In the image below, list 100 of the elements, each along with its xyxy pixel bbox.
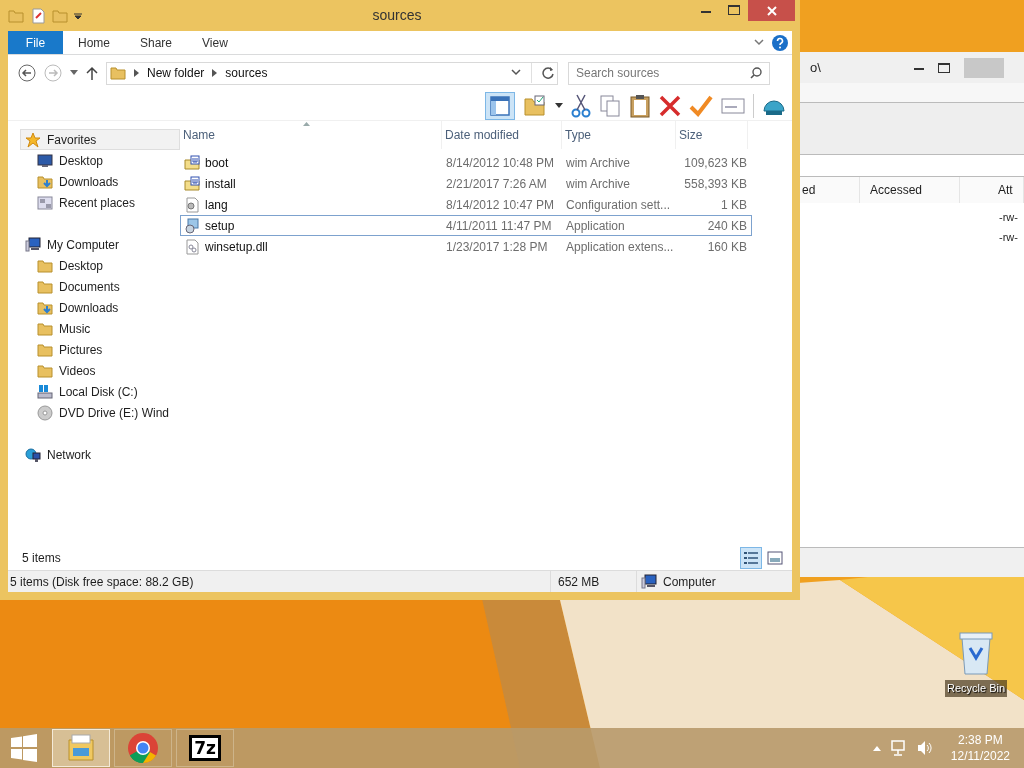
table-cell-text: 1/23/2017 1:28 PM xyxy=(445,238,549,256)
nav-item[interactable]: Local Disk (C:) xyxy=(20,381,180,402)
maximize-icon[interactable] xyxy=(938,62,950,73)
table-cell-text: 2/21/2017 7:26 AM xyxy=(445,175,548,193)
column-header[interactable]: Size xyxy=(676,121,748,149)
breadcrumb-item[interactable]: New folder xyxy=(147,64,205,82)
table-cell-text: 1 KB xyxy=(720,196,748,214)
table-cell-text: 160 KB xyxy=(706,238,748,256)
column-header[interactable]: Accessed xyxy=(860,177,960,203)
table-cell-text: Configuration sett... xyxy=(565,196,672,214)
close-button[interactable] xyxy=(748,0,795,21)
hard-drive-icon xyxy=(37,383,53,400)
column-header[interactable]: Date modified xyxy=(442,121,562,149)
window-title: sources xyxy=(371,6,423,25)
file-row[interactable]: install 2/21/2017 7:26 AM wim Archive 558,393 KB xyxy=(180,173,752,194)
table-cell-text: wim Archive xyxy=(565,175,631,193)
seven-zip-logo: 7z xyxy=(189,735,221,761)
back-icon[interactable] xyxy=(18,64,36,82)
nav-item[interactable]: Favorites xyxy=(20,129,180,150)
checkmark-icon[interactable] xyxy=(689,94,713,117)
nav-item[interactable]: Downloads xyxy=(20,171,180,192)
file-row[interactable]: lang 8/14/2012 10:47 PM Configuration sett... 1 KB xyxy=(180,194,752,215)
start-button-icon[interactable] xyxy=(10,734,38,762)
column-header[interactable]: Name xyxy=(180,121,442,149)
nav-item[interactable]: My Computer xyxy=(20,234,180,255)
customize-dropdown-icon[interactable] xyxy=(74,11,82,20)
nav-item[interactable]: Documents xyxy=(20,276,180,297)
dropdown-arrow-icon[interactable] xyxy=(70,70,78,76)
up-arrow-icon[interactable] xyxy=(86,66,98,80)
nav-item[interactable]: Music xyxy=(20,318,180,339)
table-cell-text: 240 KB xyxy=(706,217,748,235)
folder-icon xyxy=(110,65,126,81)
search-field[interactable]: Search sources xyxy=(568,61,770,85)
desktop-icon-label[interactable]: Recycle Bin xyxy=(944,680,1008,697)
table-cell-text: 8/14/2012 10:47 PM xyxy=(445,196,556,214)
table-cell-text: Application extens... xyxy=(565,238,675,256)
preview-pane-icon xyxy=(767,550,783,566)
nav-item[interactable]: Videos xyxy=(20,360,180,381)
installer-icon xyxy=(184,217,200,234)
help-icon[interactable] xyxy=(772,34,788,51)
monitor-icon xyxy=(37,152,53,169)
nav-item[interactable]: Network xyxy=(20,444,180,465)
ribbon-tab[interactable]: Home xyxy=(63,31,125,54)
folder-icon xyxy=(37,257,53,274)
table-cell-text: 8/14/2012 10:48 PM xyxy=(445,154,556,172)
file-name: boot xyxy=(205,154,229,172)
dropdown-arrow-icon[interactable] xyxy=(555,102,563,109)
column-header[interactable]: Att xyxy=(960,177,1024,203)
computer-icon xyxy=(641,573,657,590)
table-cell-text: 558,393 KB xyxy=(683,175,748,193)
search-icon[interactable] xyxy=(750,66,762,79)
folder-icon xyxy=(37,362,53,379)
disc-icon xyxy=(37,404,53,421)
details-view-button[interactable] xyxy=(740,547,762,569)
ribbon-tab[interactable]: View xyxy=(187,31,243,54)
nav-item[interactable]: Desktop xyxy=(20,150,180,171)
recent-places-icon xyxy=(37,194,53,211)
archive-file-icon xyxy=(184,154,200,171)
breadcrumb-arrow-icon xyxy=(134,69,139,77)
properties-icon[interactable] xyxy=(30,7,46,24)
dll-file-icon xyxy=(184,238,200,255)
status-text: 5 items (Disk free space: 88.2 GB) xyxy=(10,573,195,591)
refresh-icon[interactable] xyxy=(542,67,554,79)
address-bar[interactable]: New folder sources xyxy=(106,61,558,85)
status-size: 652 MB xyxy=(558,573,600,591)
file-name: setup xyxy=(205,217,235,235)
window-title: o\ xyxy=(810,58,821,77)
file-name: install xyxy=(205,175,236,193)
column-header[interactable]: Type xyxy=(562,121,676,149)
status-location: Computer xyxy=(663,573,716,591)
chevron-down-icon[interactable] xyxy=(754,38,764,47)
cut-icon[interactable] xyxy=(571,93,591,118)
file-explorer-icon xyxy=(65,732,97,764)
folder-icon xyxy=(37,278,53,295)
delete-icon[interactable] xyxy=(659,94,681,117)
nav-item[interactable]: Pictures xyxy=(20,339,180,360)
breadcrumb-item[interactable]: sources xyxy=(225,64,268,82)
paste-icon[interactable] xyxy=(629,93,651,118)
file-row[interactable]: setup 4/11/2011 11:47 PM Application 240 KB xyxy=(180,215,752,236)
nav-item[interactable]: DVD Drive (E:) Wind xyxy=(20,402,180,423)
taskbar-button[interactable]: 7z xyxy=(176,729,234,767)
chrome-icon xyxy=(127,732,159,764)
table-cell-text: 4/11/2011 11:47 PM xyxy=(445,217,553,235)
nav-item[interactable]: Desktop xyxy=(20,255,180,276)
nav-item[interactable]: Downloads xyxy=(20,297,180,318)
file-row[interactable]: boot 8/14/2012 10:48 PM wim Archive 109,623 KB xyxy=(180,152,752,173)
folder-icon xyxy=(8,7,24,24)
ribbon-tab[interactable]: Share xyxy=(125,31,188,54)
nav-item[interactable]: Recent places xyxy=(20,192,180,213)
file-name: winsetup.dll xyxy=(205,238,268,256)
folder-options-icon[interactable] xyxy=(523,94,547,117)
breadcrumb-arrow-icon xyxy=(212,69,218,77)
folder-icon xyxy=(52,7,68,24)
recycle-bin-icon[interactable] xyxy=(958,630,994,676)
table-cell-text: 109,623 KB xyxy=(683,154,748,172)
layout-pane-button[interactable] xyxy=(485,91,515,120)
close-icon xyxy=(766,5,777,16)
file-row[interactable]: winsetup.dll 1/23/2017 1:28 PM Application extens... 160 KB xyxy=(180,236,752,257)
taskbar-button[interactable] xyxy=(114,729,172,767)
file-name: lang xyxy=(205,196,228,214)
